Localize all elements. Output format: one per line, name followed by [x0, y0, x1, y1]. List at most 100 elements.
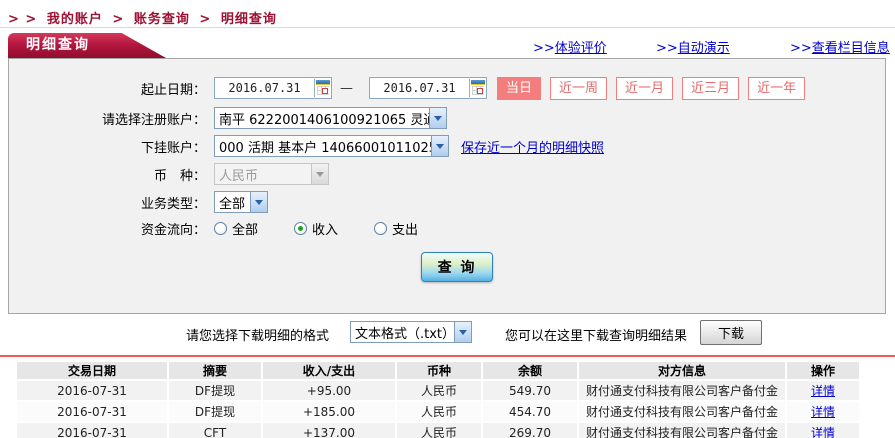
divider	[0, 27, 895, 28]
registered-account-value: 南平 6222001406100921065 灵通卡	[219, 112, 429, 128]
end-date-input[interactable]	[370, 81, 469, 95]
auto-demo-label: 自动演示	[677, 41, 730, 56]
red-divider	[0, 355, 895, 357]
download-hint-label: 您可以在这里下载查询明细结果	[505, 329, 688, 344]
flow-expense-radio[interactable]: 支出	[374, 219, 418, 238]
registered-account-label: 请选择注册账户：	[101, 112, 206, 128]
flow-all-radio[interactable]: 全部	[214, 219, 258, 238]
cell-date: 2016-07-31	[17, 381, 167, 400]
date-range-row: 起止日期： — 当日 近一周 近一月 近三月 近一年	[9, 76, 885, 100]
business-type-label: 业务类型：	[140, 196, 206, 212]
quick-range-month-button[interactable]: 近一月	[616, 76, 674, 100]
link-arrows: >>	[533, 41, 555, 56]
business-type-select[interactable]: 全部	[214, 191, 268, 213]
flow-income-label: 收入	[312, 222, 339, 238]
calendar-icon[interactable]	[469, 79, 486, 97]
header-currency: 币种	[397, 362, 481, 379]
header-amount: 收入/支出	[263, 362, 395, 379]
chevron-down-icon[interactable]	[454, 322, 471, 342]
detail-link[interactable]: 详情	[811, 405, 835, 419]
header-balance: 余额	[483, 362, 577, 379]
radio-icon	[374, 221, 388, 235]
detail-link[interactable]: 详情	[811, 384, 835, 398]
sub-account-select[interactable]: 000 活期 基本户 1406600101102571848	[214, 135, 449, 157]
auto-demo-link[interactable]: >>自动演示	[656, 37, 730, 56]
header-counterparty: 对方信息	[579, 362, 785, 379]
cell-date: 2016-07-31	[17, 402, 167, 421]
sub-account-row: 下挂账户： 000 活期 基本户 1406600101102571848 保存近…	[9, 134, 885, 158]
currency-select: 人民币	[214, 163, 329, 185]
cell-balance: 269.70	[483, 423, 577, 438]
breadcrumb-item-account-query[interactable]: 账务查询	[134, 12, 190, 27]
header-summary: 摘要	[169, 362, 261, 379]
cell-counterparty: 财付通支付科技有限公司客户备付金	[579, 381, 785, 400]
fund-flow-row: 资金流向： 全部 收入 支出	[9, 216, 885, 240]
download-format-label: 请您选择下载明细的格式	[186, 329, 330, 344]
quick-range-year-button[interactable]: 近一年	[748, 76, 806, 100]
cell-summary: CFT	[169, 423, 261, 438]
cell-counterparty: 财付通支付科技有限公司客户备付金	[579, 423, 785, 438]
download-format-value: 文本格式（.txt）	[355, 326, 454, 342]
query-form-panel: 起止日期： — 当日 近一周 近一月 近三月 近一年 请选择注册账户： 南平 6…	[8, 58, 886, 314]
radio-icon	[214, 221, 227, 235]
radio-checked-icon	[294, 221, 308, 235]
flow-expense-label: 支出	[392, 222, 419, 238]
business-type-value: 全部	[219, 196, 246, 212]
link-arrows: >>	[656, 41, 678, 56]
cell-currency: 人民币	[397, 381, 481, 400]
currency-label: 币 种：	[153, 168, 206, 184]
table-row: 2016-07-31 CFT +137.00 人民币 269.70 财付通支付科…	[17, 423, 859, 438]
cell-amount: +95.00	[263, 381, 395, 400]
registered-account-select[interactable]: 南平 6222001406100921065 灵通卡	[214, 107, 447, 129]
download-format-select[interactable]: 文本格式（.txt）	[350, 321, 472, 343]
header-action: 操作	[787, 362, 859, 379]
chevron-down-icon[interactable]	[250, 192, 267, 212]
end-date-field	[369, 77, 487, 99]
tab-detail-query[interactable]: 明细查询	[8, 33, 166, 58]
cell-balance: 549.70	[483, 381, 577, 400]
calendar-icon[interactable]	[314, 79, 331, 97]
breadcrumb-item-detail-query[interactable]: 明细查询	[221, 12, 277, 27]
transactions-table: 交易日期 摘要 收入/支出 币种 余额 对方信息 操作 2016-07-31 D…	[15, 360, 861, 438]
experience-review-link[interactable]: >>体验评价	[533, 37, 607, 56]
cell-summary: DF提现	[169, 402, 261, 421]
save-snapshot-link[interactable]: 保存近一个月的明细快照	[461, 137, 604, 156]
sub-account-value: 000 活期 基本户 1406600101102571848	[219, 140, 431, 156]
business-type-row: 业务类型： 全部	[9, 190, 885, 214]
breadcrumb-item-my-account[interactable]: 我的账户	[47, 12, 103, 27]
query-button[interactable]: 查 询	[421, 252, 493, 282]
detail-link[interactable]: 详情	[811, 426, 835, 438]
quick-range-week-button[interactable]: 近一周	[550, 76, 608, 100]
experience-review-label: 体验评价	[554, 41, 607, 56]
cell-currency: 人民币	[397, 402, 481, 421]
currency-row: 币 种： 人民币	[9, 162, 885, 186]
sub-account-label: 下挂账户：	[140, 140, 206, 156]
flow-income-radio[interactable]: 收入	[294, 219, 338, 238]
link-arrows: >>	[790, 41, 812, 56]
chevron-down-icon[interactable]	[429, 108, 446, 128]
fund-flow-label: 资金流向：	[140, 222, 206, 238]
cell-date: 2016-07-31	[17, 423, 167, 438]
flow-all-label: 全部	[232, 222, 259, 238]
cell-currency: 人民币	[397, 423, 481, 438]
quick-range-today-button[interactable]: 当日	[497, 76, 542, 100]
download-button[interactable]: 下载	[700, 320, 762, 345]
quick-range-quarter-button[interactable]: 近三月	[682, 76, 740, 100]
column-info-link[interactable]: >>查看栏目信息	[790, 37, 890, 56]
currency-value: 人民币	[219, 168, 259, 184]
breadcrumb-separator: >	[199, 12, 212, 27]
start-date-field	[214, 77, 332, 99]
header-date: 交易日期	[17, 362, 167, 379]
breadcrumb: > > 我的账户 > 账务查询 > 明细查询	[8, 8, 281, 27]
chevron-down-icon[interactable]	[431, 136, 448, 156]
cell-balance: 454.70	[483, 402, 577, 421]
table-header-row: 交易日期 摘要 收入/支出 币种 余额 对方信息 操作	[17, 362, 859, 379]
cell-counterparty: 财付通支付科技有限公司客户备付金	[579, 402, 785, 421]
breadcrumb-prefix: > >	[8, 12, 38, 27]
date-dash: —	[340, 80, 353, 96]
breadcrumb-separator: >	[112, 12, 125, 27]
cell-summary: DF提现	[169, 381, 261, 400]
start-date-input[interactable]	[215, 81, 314, 95]
registered-account-row: 请选择注册账户： 南平 6222001406100921065 灵通卡	[9, 106, 885, 130]
table-row: 2016-07-31 DF提现 +185.00 人民币 454.70 财付通支付…	[17, 402, 859, 421]
